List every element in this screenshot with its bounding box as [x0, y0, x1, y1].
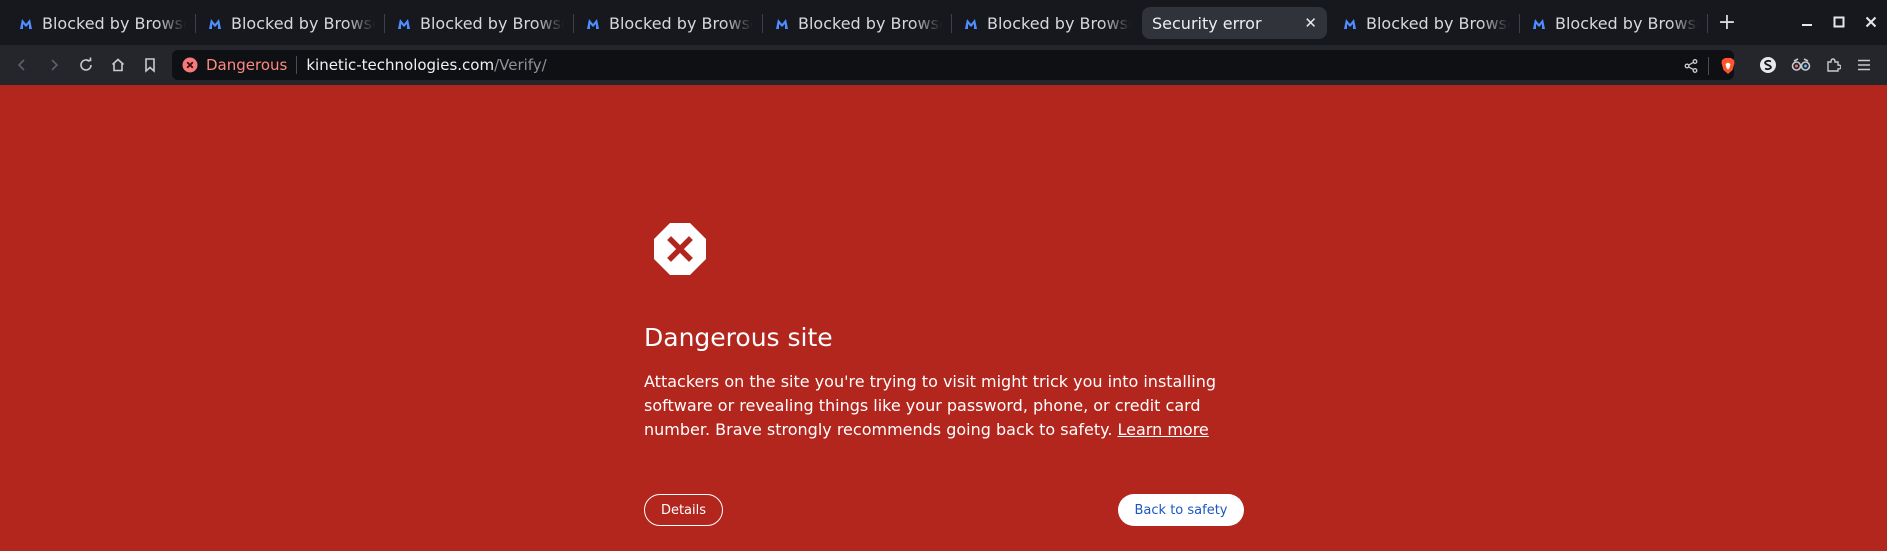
extension-icon[interactable]	[1790, 54, 1812, 76]
reload-icon[interactable]	[74, 53, 98, 77]
address-separator	[1708, 57, 1709, 75]
page-title: Dangerous site	[644, 323, 833, 352]
new-tab-button[interactable]: +	[1717, 9, 1737, 37]
tab-blocked-4[interactable]: Blocked by Browser Guard	[585, 11, 753, 36]
tab-strip: Blocked by Browser Guard Blocked by Brow…	[0, 0, 1887, 45]
tab-title: Blocked by Browser Guard	[231, 14, 375, 33]
tab-blocked-7[interactable]: Blocked by Browser Guard	[1342, 11, 1510, 36]
url-path[interactable]: /Verify/	[494, 56, 547, 74]
address-separator	[296, 56, 298, 74]
tab-title: Blocked by Browser Guard	[609, 14, 753, 33]
tab-title: Blocked by Browser Guard	[798, 14, 942, 33]
tab-separator	[762, 14, 763, 33]
malwarebytes-icon	[1533, 18, 1545, 29]
learn-more-link[interactable]: Learn more	[1118, 420, 1209, 439]
tab-blocked-2[interactable]: Blocked by Browser Guard	[207, 11, 375, 36]
extensions-puzzle-icon[interactable]	[1822, 54, 1844, 76]
minimize-icon[interactable]	[1797, 12, 1817, 32]
tab-separator	[195, 14, 196, 33]
security-label[interactable]: Dangerous	[206, 56, 287, 74]
tab-separator	[384, 14, 385, 33]
malwarebytes-icon	[398, 18, 410, 29]
malwarebytes-icon	[776, 18, 788, 29]
brave-rewards-icon[interactable]	[1757, 54, 1779, 76]
tab-blocked-3[interactable]: Blocked by Browser Guard	[396, 11, 564, 36]
tab-title: Blocked by Browser Guard	[1555, 14, 1699, 33]
tab-blocked-8[interactable]: Blocked by Browser Guard	[1531, 11, 1699, 36]
menu-icon[interactable]	[1853, 54, 1875, 76]
back-to-safety-button[interactable]: Back to safety	[1118, 494, 1244, 526]
close-icon[interactable]: ✕	[1304, 14, 1317, 32]
malwarebytes-icon	[209, 18, 221, 29]
tab-title: Blocked by Browser Guard	[987, 14, 1131, 33]
tab-title: Blocked by Browser Guard	[42, 14, 186, 33]
address-bar[interactable]: Dangerous kinetic-technologies.com/Verif…	[172, 50, 1737, 80]
tab-title: Security error	[1152, 13, 1262, 33]
danger-icon[interactable]	[182, 57, 198, 73]
tab-separator	[951, 14, 952, 33]
back-icon[interactable]	[10, 53, 34, 77]
tab-blocked-5[interactable]: Blocked by Browser Guard	[774, 11, 942, 36]
tab-title: Blocked by Browser Guard	[420, 14, 564, 33]
tab-title: Blocked by Browser Guard	[1366, 14, 1510, 33]
tab-blocked-1[interactable]: Blocked by Browser Guard	[18, 11, 186, 36]
home-icon[interactable]	[106, 53, 130, 77]
malwarebytes-icon	[1344, 18, 1356, 29]
tab-separator	[1707, 14, 1708, 33]
tab-separator	[1519, 14, 1520, 33]
maximize-icon[interactable]	[1829, 12, 1849, 32]
forward-icon[interactable]	[42, 53, 66, 77]
tab-security-error[interactable]: Security error ✕	[1142, 7, 1327, 39]
brave-shields-icon[interactable]	[1719, 57, 1737, 75]
malwarebytes-icon	[587, 18, 599, 29]
warning-message: Attackers on the site you're trying to v…	[644, 370, 1244, 442]
close-window-icon[interactable]	[1861, 12, 1881, 32]
url-host[interactable]: kinetic-technologies.com	[306, 56, 494, 74]
share-icon[interactable]	[1682, 57, 1700, 75]
toolbar: Dangerous kinetic-technologies.com/Verif…	[0, 45, 1887, 85]
interstitial-page: Dangerous site Attackers on the site you…	[0, 85, 1887, 551]
bookmark-icon[interactable]	[138, 53, 162, 77]
tab-blocked-6[interactable]: Blocked by Browser Guard	[963, 11, 1131, 36]
danger-stop-icon	[654, 223, 706, 275]
details-button[interactable]: Details	[644, 494, 723, 526]
tab-separator	[573, 14, 574, 33]
malwarebytes-icon	[965, 18, 977, 29]
malwarebytes-icon	[20, 18, 32, 29]
